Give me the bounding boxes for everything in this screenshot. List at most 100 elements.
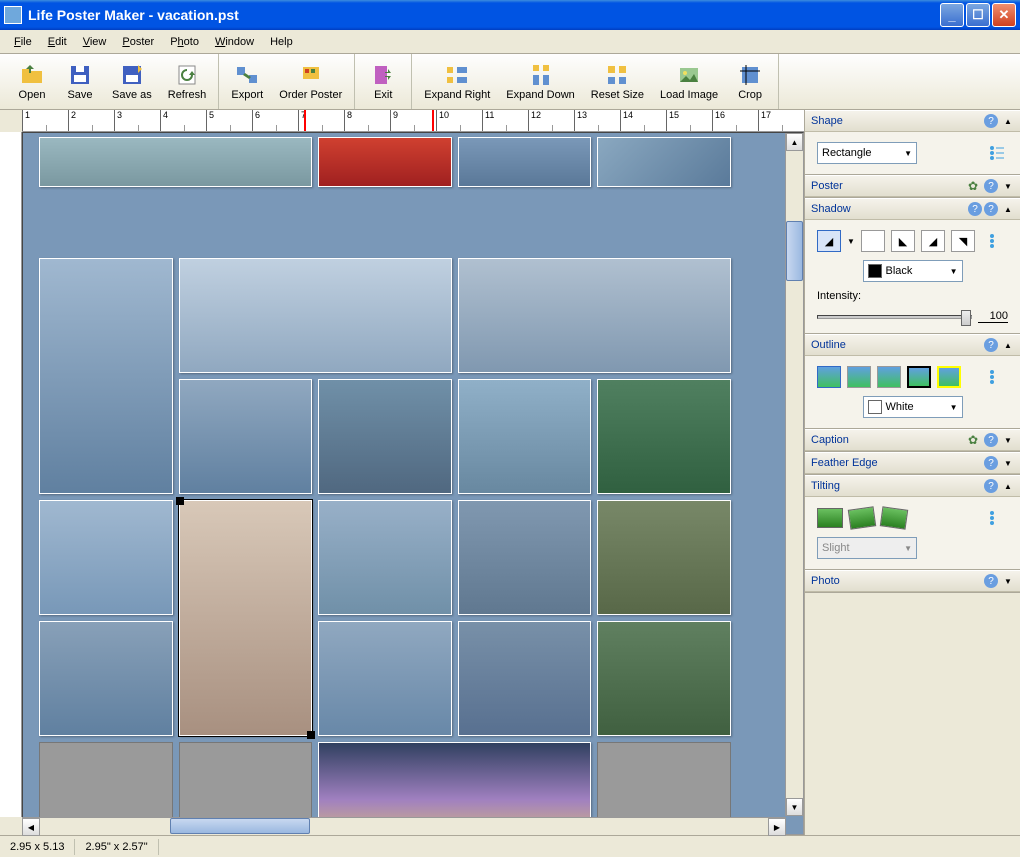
expand-icon[interactable]: ▼ — [1002, 459, 1014, 468]
scroll-left-button[interactable]: ◀ — [22, 818, 40, 836]
gear-icon[interactable]: ✿ — [968, 179, 982, 193]
photo-cell[interactable] — [318, 137, 452, 187]
panel-header-shadow[interactable]: Shadow??▲ — [805, 198, 1020, 220]
help-icon[interactable]: ? — [984, 202, 998, 216]
menu-file[interactable]: File — [6, 33, 40, 51]
collapse-icon[interactable]: ▲ — [1002, 341, 1014, 350]
scroll-thumb[interactable] — [786, 221, 803, 281]
help-icon[interactable]: ? — [984, 114, 998, 128]
intensity-value[interactable]: 100 — [978, 310, 1008, 323]
saveas-button[interactable]: Save as — [104, 54, 160, 109]
scroll-right-button[interactable]: ▶ — [768, 818, 786, 836]
shadow-option[interactable] — [861, 230, 885, 252]
photo-cell[interactable] — [458, 137, 592, 187]
photo-cell[interactable] — [39, 137, 312, 187]
open-button[interactable]: Open — [8, 54, 56, 109]
photo-cell[interactable] — [39, 621, 173, 736]
photo-cell[interactable] — [179, 379, 313, 494]
shape-select[interactable]: Rectangle▼ — [817, 142, 917, 164]
outline-option[interactable] — [907, 366, 931, 388]
collapse-icon[interactable]: ▲ — [1002, 205, 1014, 214]
help-icon[interactable]: ? — [984, 433, 998, 447]
photo-cell[interactable] — [179, 258, 452, 373]
shadow-option[interactable]: ◣ — [891, 230, 915, 252]
photo-cell[interactable] — [597, 621, 731, 736]
expand-down-button[interactable]: Expand Down — [498, 54, 583, 109]
canvas-viewport[interactable]: ▲ ▼ — [22, 132, 804, 835]
help-icon[interactable]: ? — [968, 202, 982, 216]
scroll-up-button[interactable]: ▲ — [786, 133, 803, 151]
photo-cell[interactable] — [597, 500, 731, 615]
apply-all-icon[interactable] — [986, 507, 1008, 529]
shadow-option[interactable]: ◢ — [921, 230, 945, 252]
panel-header-poster[interactable]: Poster✿?▼ — [805, 175, 1020, 197]
outline-option[interactable] — [847, 366, 871, 388]
panel-header-feather[interactable]: Feather Edge?▼ — [805, 452, 1020, 474]
tilt-option[interactable] — [817, 508, 843, 528]
menu-view[interactable]: View — [75, 33, 115, 51]
help-icon[interactable]: ? — [984, 179, 998, 193]
scroll-thumb[interactable] — [170, 818, 310, 834]
expand-right-button[interactable]: Expand Right — [416, 54, 498, 109]
minimize-button[interactable]: _ — [940, 3, 964, 27]
shadow-option[interactable]: ◥ — [951, 230, 975, 252]
menu-photo[interactable]: Photo — [162, 33, 207, 51]
tilt-option[interactable] — [848, 506, 877, 529]
help-icon[interactable]: ? — [984, 338, 998, 352]
order-poster-button[interactable]: Order Poster — [271, 54, 350, 109]
help-icon[interactable]: ? — [984, 456, 998, 470]
menu-edit[interactable]: Edit — [40, 33, 75, 51]
menu-poster[interactable]: Poster — [114, 33, 162, 51]
photo-cell-selected[interactable] — [179, 500, 313, 736]
refresh-button[interactable]: Refresh — [160, 54, 215, 109]
outline-option[interactable] — [937, 366, 961, 388]
apply-all-icon[interactable] — [986, 230, 1008, 252]
expand-icon[interactable]: ▼ — [1002, 577, 1014, 586]
photo-cell[interactable] — [318, 379, 452, 494]
slider-thumb[interactable] — [961, 310, 971, 326]
outline-color-select[interactable]: White▼ — [863, 396, 963, 418]
photo-cell[interactable] — [458, 379, 592, 494]
collapse-icon[interactable]: ▲ — [1002, 482, 1014, 491]
exit-button[interactable]: Exit — [359, 54, 407, 109]
maximize-button[interactable]: ☐ — [966, 3, 990, 27]
photo-cell[interactable] — [458, 500, 592, 615]
outline-option[interactable] — [817, 366, 841, 388]
panel-header-outline[interactable]: Outline?▲ — [805, 334, 1020, 356]
help-icon[interactable]: ? — [984, 574, 998, 588]
save-button[interactable]: Save — [56, 54, 104, 109]
gear-icon[interactable]: ✿ — [968, 433, 982, 447]
photo-cell[interactable] — [39, 258, 173, 494]
menu-window[interactable]: Window — [207, 33, 262, 51]
photo-cell[interactable] — [597, 137, 731, 187]
expand-icon[interactable]: ▼ — [1002, 436, 1014, 445]
intensity-slider[interactable] — [817, 315, 972, 319]
load-image-button[interactable]: Load Image — [652, 54, 726, 109]
tilt-option[interactable] — [880, 506, 909, 529]
panel-header-tilting[interactable]: Tilting?▲ — [805, 475, 1020, 497]
expand-icon[interactable]: ▼ — [1002, 182, 1014, 191]
apply-all-icon[interactable] — [986, 366, 1008, 388]
close-button[interactable]: ✕ — [992, 3, 1016, 27]
panel-header-photo[interactable]: Photo?▼ — [805, 570, 1020, 592]
scroll-down-button[interactable]: ▼ — [786, 798, 803, 816]
panel-header-shape[interactable]: Shape?▲ — [805, 110, 1020, 132]
outline-option[interactable] — [877, 366, 901, 388]
menu-help[interactable]: Help — [262, 33, 301, 51]
collapse-icon[interactable]: ▲ — [1002, 117, 1014, 126]
panel-header-caption[interactable]: Caption✿?▼ — [805, 429, 1020, 451]
shadow-color-select[interactable]: Black▼ — [863, 260, 963, 282]
apply-all-icon[interactable] — [986, 142, 1008, 164]
photo-cell[interactable] — [458, 621, 592, 736]
photo-cell[interactable] — [597, 379, 731, 494]
photo-cell[interactable] — [39, 500, 173, 615]
export-button[interactable]: Export — [223, 54, 271, 109]
photo-cell[interactable] — [458, 258, 731, 373]
photo-cell[interactable] — [318, 621, 452, 736]
scrollbar-horizontal[interactable]: ◀ ▶ — [22, 817, 786, 835]
crop-button[interactable]: Crop — [726, 54, 774, 109]
reset-size-button[interactable]: Reset Size — [583, 54, 652, 109]
help-icon[interactable]: ? — [984, 479, 998, 493]
scrollbar-vertical[interactable]: ▲ ▼ — [785, 133, 803, 816]
photo-cell[interactable] — [318, 500, 452, 615]
